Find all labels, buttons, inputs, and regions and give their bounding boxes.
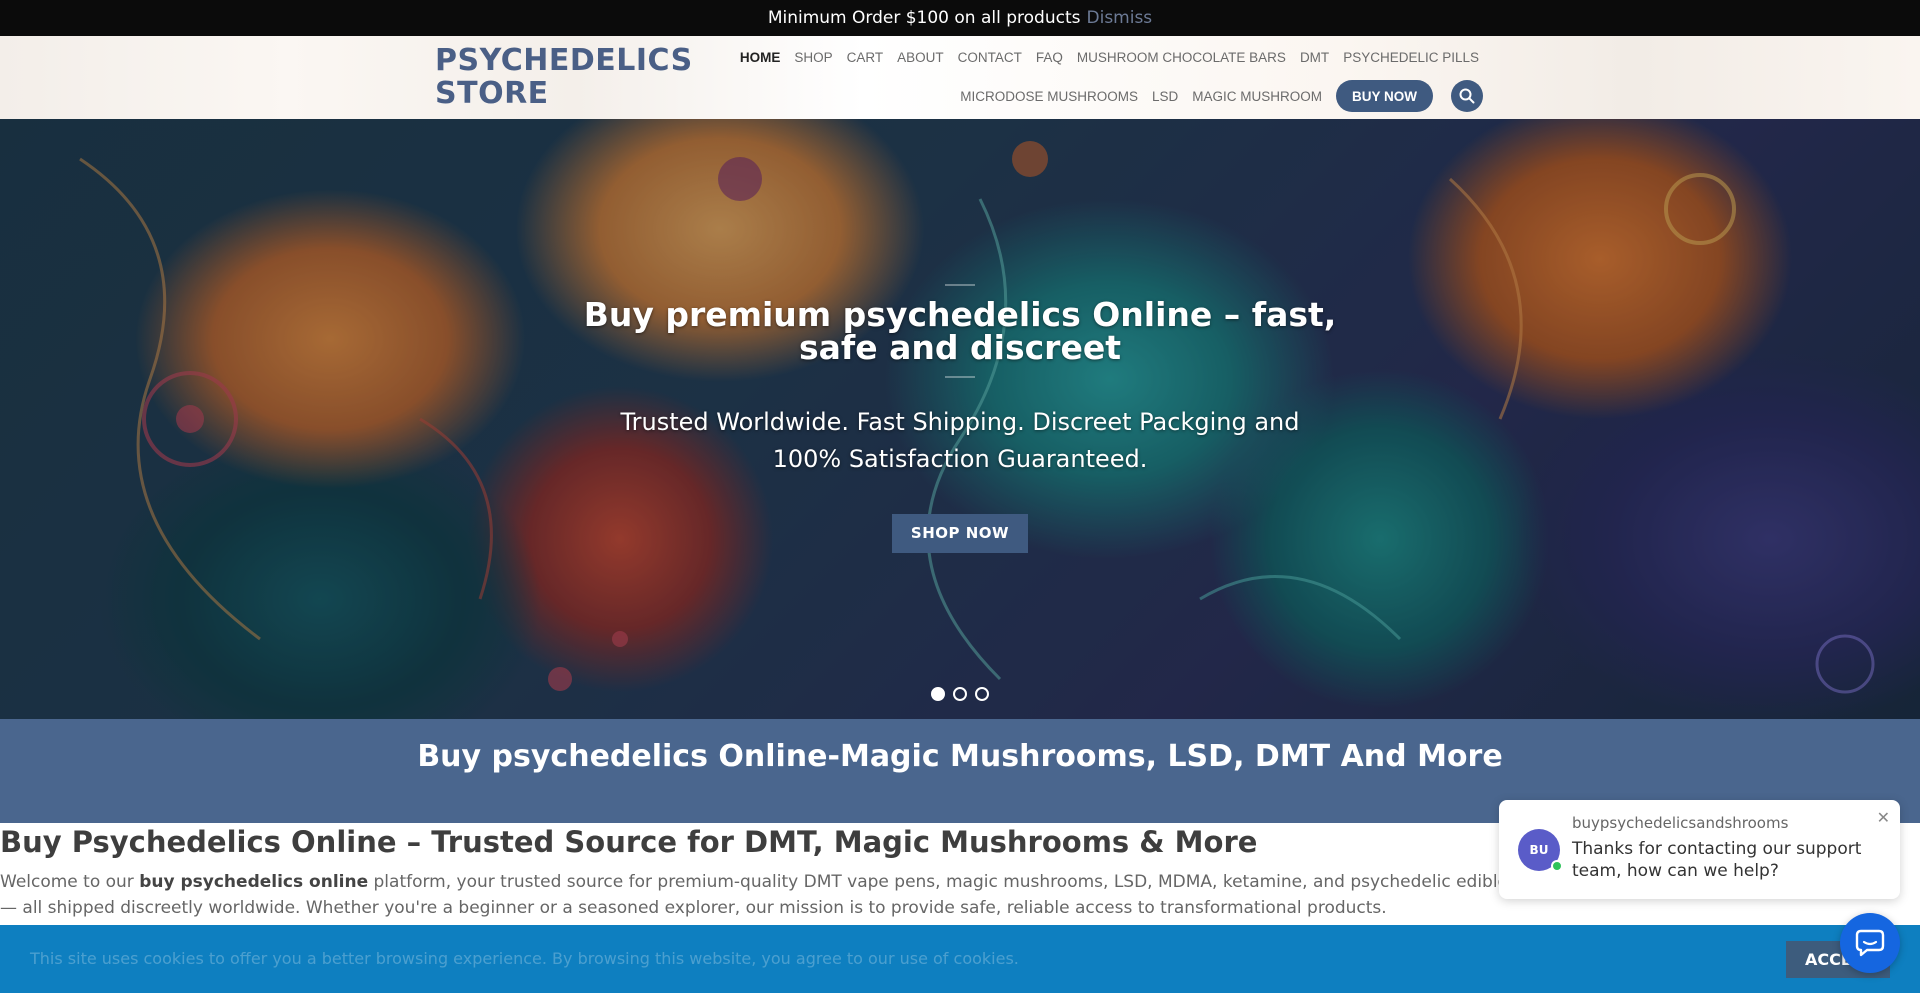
nav-mushroom-chocolate-bars[interactable]: MUSHROOM CHOCOLATE BARS [1077,50,1286,65]
hero-divider-top [945,284,975,286]
search-button[interactable] [1451,80,1483,112]
cookie-notice-text: This site uses cookies to offer you a be… [30,949,1019,968]
intro-bold-link: buy psychedelics online [139,872,369,892]
intro-paragraph: Welcome to our buy psychedelics online p… [0,869,1520,921]
site-header: PSYCHEDELICS STORE HOME SHOP CART ABOUT … [0,36,1920,119]
hero-divider-bottom [945,376,975,378]
nav-dmt[interactable]: DMT [1300,50,1329,65]
slider-dots [0,687,1920,701]
search-icon [1459,88,1475,104]
buy-now-button[interactable]: BUY NOW [1335,80,1433,112]
chat-agent-name: buypsychedelicsandshrooms [1572,814,1789,832]
nav-home[interactable]: HOME [740,50,781,65]
cookie-notice-bar: This site uses cookies to offer you a be… [0,925,1920,993]
nav-faq[interactable]: FAQ [1036,50,1063,65]
logo-line-1: PSYCHEDELICS [435,43,693,78]
slider-dot-2[interactable] [953,687,967,701]
site-logo[interactable]: PSYCHEDELICS STORE [435,44,693,110]
hero-content: Buy premium psychedelics Online – fast, … [560,284,1360,553]
nav-contact[interactable]: CONTACT [958,50,1022,65]
chat-message: Thanks for contacting our support team, … [1572,839,1862,881]
nav-lsd[interactable]: LSD [1152,89,1178,104]
chat-bubble-icon [1855,929,1885,957]
logo-line-2: STORE [435,76,549,111]
hero-subtitle: Trusted Worldwide. Fast Shipping. Discre… [620,408,1300,473]
main-nav-row-2: MICRODOSE MUSHROOMS LSD MAGIC MUSHROOM B… [960,80,1483,112]
slider-dot-1[interactable] [931,687,945,701]
nav-psychedelic-pills[interactable]: PSYCHEDELIC PILLS [1343,50,1479,65]
online-status-icon [1551,860,1563,872]
hero-slider: Buy premium psychedelics Online – fast, … [0,119,1920,719]
shop-now-button[interactable]: SHOP NOW [891,514,1029,553]
chat-launcher-button[interactable] [1840,913,1900,973]
intro-text-start: Welcome to our [0,872,140,892]
dismiss-link[interactable]: Dismiss [1087,8,1153,28]
chat-popup[interactable]: BU buypsychedelicsandshrooms Thanks for … [1499,800,1900,899]
store-notice-text: Minimum Order $100 on all products [767,8,1081,28]
nav-shop[interactable]: SHOP [794,50,832,65]
banner-title: Buy psychedelics Online-Magic Mushrooms,… [417,739,1503,774]
nav-microdose-mushrooms[interactable]: MICRODOSE MUSHROOMS [960,89,1138,104]
slider-dot-3[interactable] [975,687,989,701]
main-nav-row-1: HOME SHOP CART ABOUT CONTACT FAQ MUSHROO… [740,50,1479,65]
nav-about[interactable]: ABOUT [897,50,944,65]
store-notice-bar: Minimum Order $100 on all products Dismi… [0,0,1920,36]
nav-magic-mushroom[interactable]: MAGIC MUSHROOM [1192,89,1322,104]
close-icon[interactable]: ✕ [1877,808,1890,827]
hero-title: Buy premium psychedelics Online – fast, … [583,295,1337,367]
nav-cart[interactable]: CART [847,50,884,65]
